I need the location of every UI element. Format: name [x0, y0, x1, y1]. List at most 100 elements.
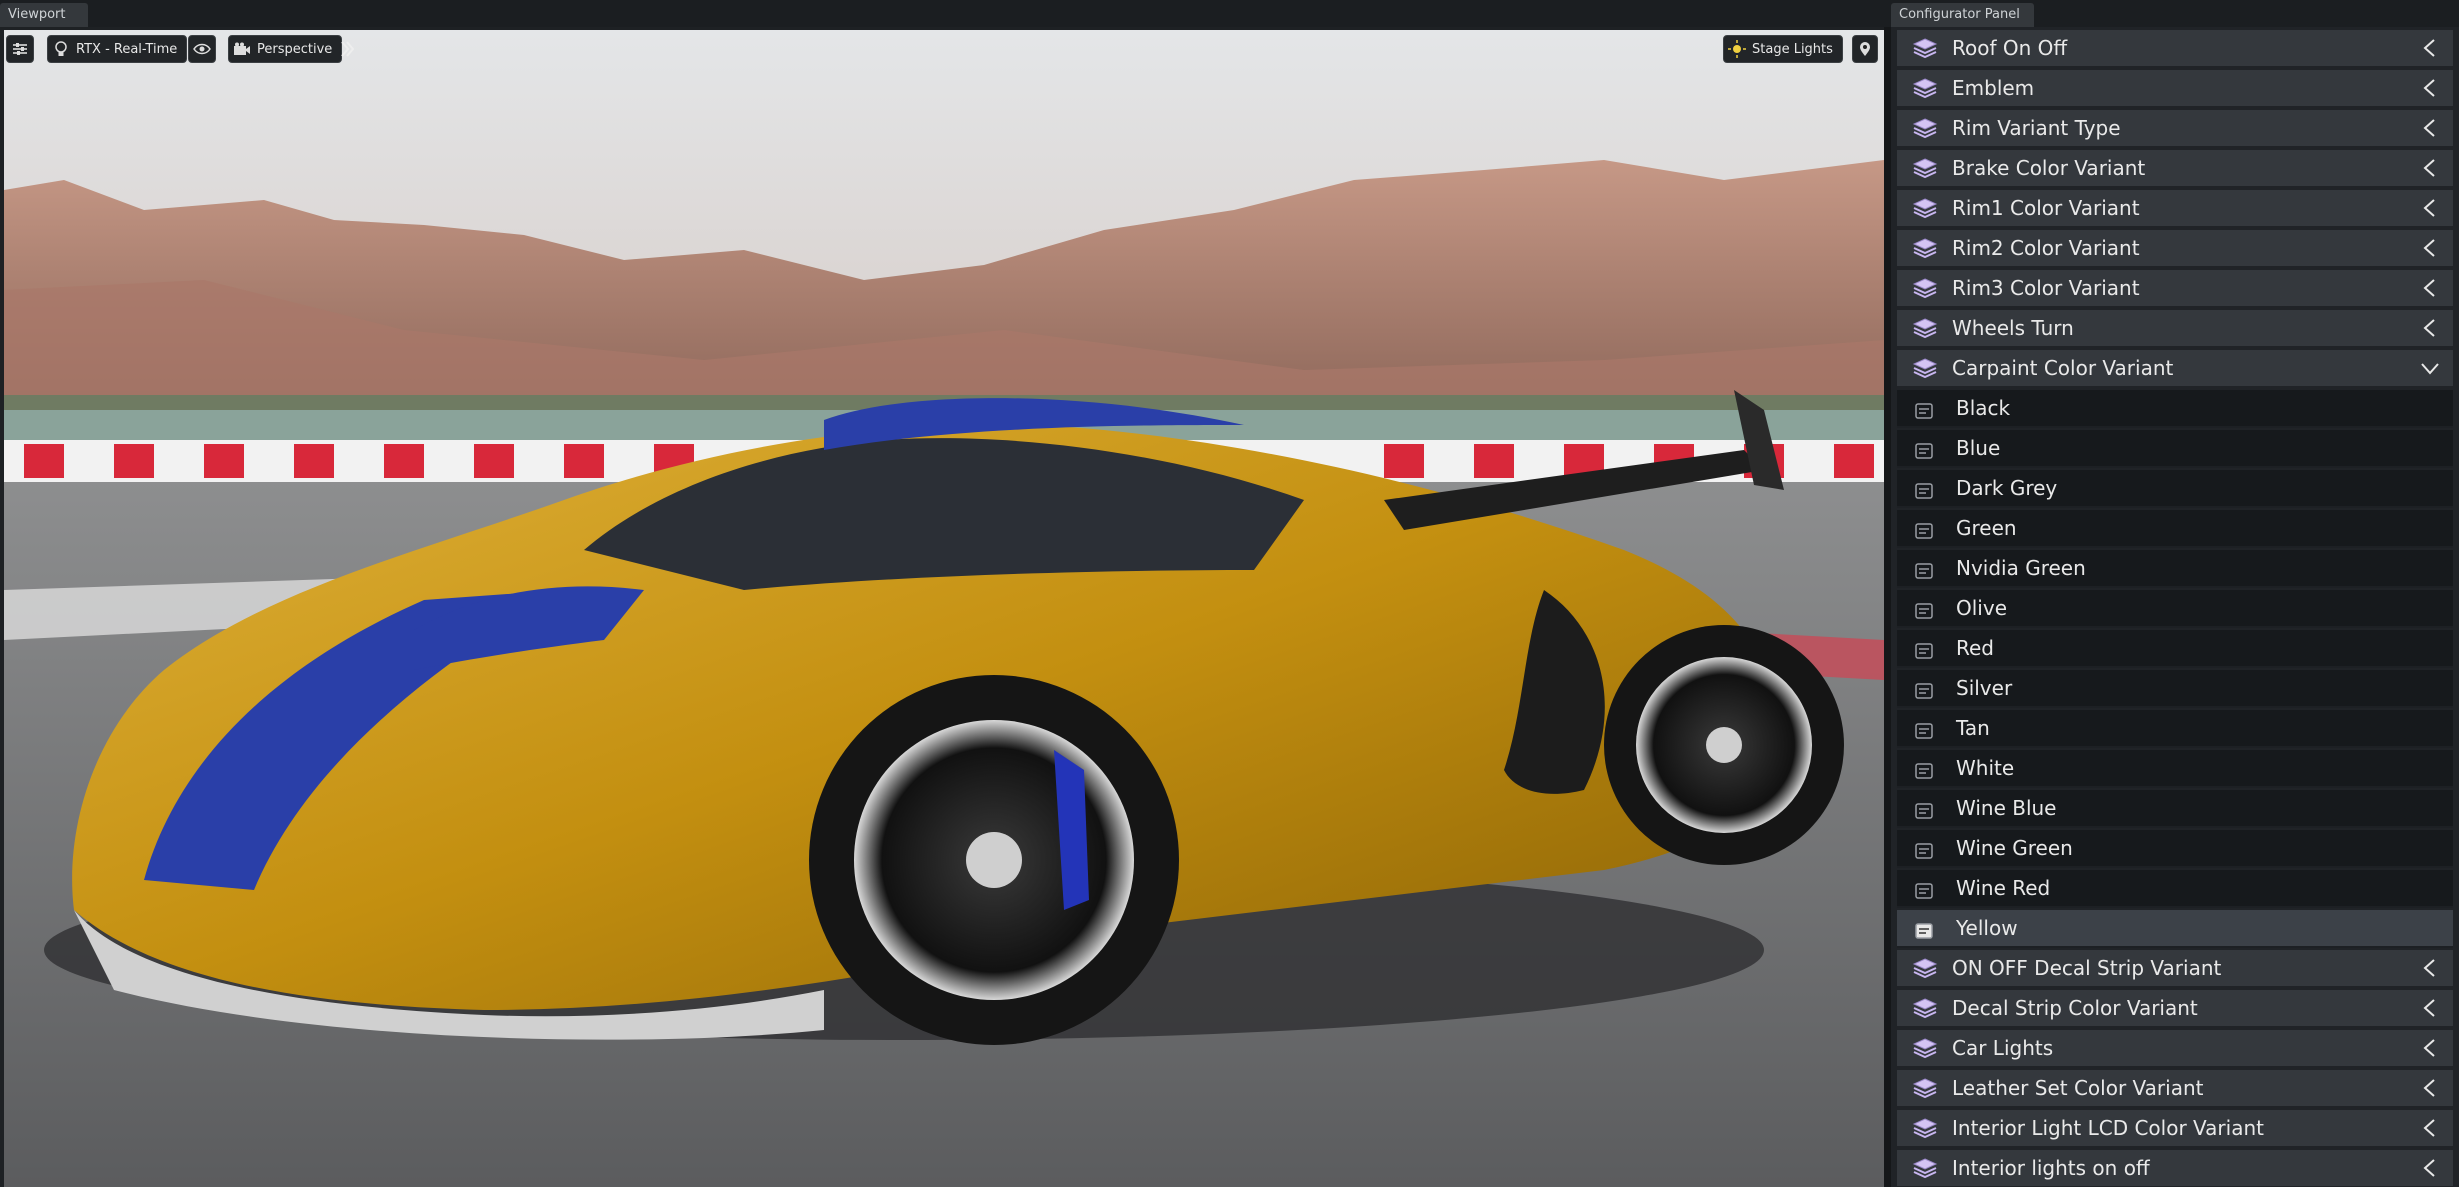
variant-option-yellow[interactable]: Yellow — [1897, 910, 2453, 948]
renderer-label: RTX - Real-Time — [76, 41, 178, 57]
stage-lights-button[interactable]: Stage Lights — [1723, 35, 1843, 63]
variant-option-blue[interactable]: Blue — [1897, 430, 2453, 468]
variant-set-rim-variant-type[interactable]: Rim Variant Type — [1897, 110, 2453, 148]
location-pin-button[interactable] — [1852, 35, 1878, 63]
variant-set-decal-strip-color-variant[interactable]: Decal Strip Color Variant — [1897, 990, 2453, 1028]
layers-icon — [1912, 957, 1938, 979]
variant-option-icon — [1915, 480, 1933, 499]
variant-option-tan[interactable]: Tan — [1897, 710, 2453, 748]
variant-set-label: Rim3 Color Variant — [1952, 276, 2140, 300]
variant-option-icon — [1915, 800, 1933, 819]
chevron-left-icon[interactable] — [2419, 1117, 2441, 1139]
chevron-left-icon[interactable] — [2419, 197, 2441, 219]
expand-toolbar-button[interactable] — [337, 35, 357, 63]
variant-option-label: White — [1956, 756, 2015, 780]
visibility-menu-button[interactable] — [188, 35, 216, 63]
variant-option-icon — [1915, 840, 1933, 859]
variant-set-roof-on-off[interactable]: Roof On Off — [1897, 30, 2453, 68]
viewport-settings-button[interactable] — [6, 35, 34, 63]
renderer-menu-button[interactable]: RTX - Real-Time — [47, 35, 188, 63]
layers-icon — [1912, 117, 1938, 139]
variant-option-label: Wine Green — [1956, 836, 2073, 860]
chevron-left-icon[interactable] — [2419, 1037, 2441, 1059]
variant-set-carpaint-color-variant[interactable]: Carpaint Color Variant — [1897, 350, 2453, 388]
chevron-left-icon[interactable] — [2419, 957, 2441, 979]
variant-option-label: Nvidia Green — [1956, 556, 2086, 580]
variant-set-on-off-decal-strip-variant[interactable]: ON OFF Decal Strip Variant — [1897, 950, 2453, 988]
variant-option-label: Yellow — [1956, 916, 2018, 940]
sun-icon — [1724, 36, 1750, 62]
variant-set-label: Interior Light LCD Color Variant — [1952, 1116, 2264, 1140]
variant-option-olive[interactable]: Olive — [1897, 590, 2453, 628]
stage-lights-label: Stage Lights — [1752, 41, 1833, 57]
map-pin-icon — [1853, 36, 1877, 62]
variant-option-white[interactable]: White — [1897, 750, 2453, 788]
variant-option-icon — [1915, 560, 1933, 579]
variant-option-label: Green — [1956, 516, 2017, 540]
variant-option-label: Wine Blue — [1956, 796, 2057, 820]
viewport[interactable]: RTX - Real-Time Perspective Stage Lights — [4, 30, 1884, 1187]
variant-set-rim3-color-variant[interactable]: Rim3 Color Variant — [1897, 270, 2453, 308]
variant-option-icon — [1915, 680, 1933, 699]
lightbulb-icon — [48, 36, 74, 62]
chevron-left-icon[interactable] — [2419, 37, 2441, 59]
variant-set-label: Brake Color Variant — [1952, 156, 2146, 180]
layers-icon — [1912, 1117, 1938, 1139]
chevron-left-icon[interactable] — [2419, 997, 2441, 1019]
variant-set-label: Rim2 Color Variant — [1952, 236, 2140, 260]
chevron-left-icon[interactable] — [2419, 317, 2441, 339]
variant-option-black[interactable]: Black — [1897, 390, 2453, 428]
settings-sliders-icon — [7, 36, 33, 62]
chevron-down-icon[interactable] — [2419, 357, 2441, 379]
layers-icon — [1912, 157, 1938, 179]
variant-option-label: Dark Grey — [1956, 476, 2058, 500]
chevron-left-icon[interactable] — [2419, 157, 2441, 179]
chevron-left-icon[interactable] — [2419, 1077, 2441, 1099]
layers-icon — [1912, 1037, 1938, 1059]
layers-icon — [1912, 1077, 1938, 1099]
layers-icon — [1912, 997, 1938, 1019]
chevron-left-icon[interactable] — [2419, 237, 2441, 259]
variant-option-icon — [1915, 440, 1933, 459]
variant-option-wine-green[interactable]: Wine Green — [1897, 830, 2453, 868]
variant-option-red[interactable]: Red — [1897, 630, 2453, 668]
panel-splitter[interactable] — [1884, 27, 1891, 1187]
variant-option-green[interactable]: Green — [1897, 510, 2453, 548]
variant-set-car-lights[interactable]: Car Lights — [1897, 1030, 2453, 1068]
variant-set-interior-light-lcd-color-variant[interactable]: Interior Light LCD Color Variant — [1897, 1110, 2453, 1148]
chevron-left-icon[interactable] — [2419, 77, 2441, 99]
variant-set-leather-set-color-variant[interactable]: Leather Set Color Variant — [1897, 1070, 2453, 1108]
tab-configurator-panel[interactable]: Configurator Panel — [1891, 3, 2034, 27]
configurator-panel: Roof On Off Emblem Rim Variant Type Brake C… — [1891, 27, 2459, 1187]
layers-icon — [1912, 277, 1938, 299]
variant-option-silver[interactable]: Silver — [1897, 670, 2453, 708]
variant-set-label: Rim Variant Type — [1952, 116, 2121, 140]
variant-option-wine-red[interactable]: Wine Red — [1897, 870, 2453, 908]
variant-option-dark-grey[interactable]: Dark Grey — [1897, 470, 2453, 508]
chevron-left-icon[interactable] — [2419, 117, 2441, 139]
variant-option-nvidia-green[interactable]: Nvidia Green — [1897, 550, 2453, 588]
camera-menu-button[interactable]: Perspective — [228, 35, 343, 63]
variant-option-icon — [1915, 520, 1933, 539]
chevron-left-icon[interactable] — [2419, 1157, 2441, 1179]
variant-option-icon — [1915, 760, 1933, 779]
variant-set-label: Car Lights — [1952, 1036, 2054, 1060]
variant-set-interior-lights-on-off[interactable]: Interior lights on off — [1897, 1150, 2453, 1187]
variant-set-label: ON OFF Decal Strip Variant — [1952, 956, 2222, 980]
layers-icon — [1912, 237, 1938, 259]
layers-icon — [1912, 37, 1938, 59]
tab-viewport[interactable]: Viewport — [0, 3, 88, 27]
variant-set-brake-color-variant[interactable]: Brake Color Variant — [1897, 150, 2453, 188]
chevron-left-icon[interactable] — [2419, 277, 2441, 299]
variant-option-icon — [1915, 920, 1933, 939]
variant-set-label: Rim1 Color Variant — [1952, 196, 2140, 220]
layers-icon — [1912, 197, 1938, 219]
camera-label: Perspective — [257, 41, 333, 57]
variant-set-label: Wheels Turn — [1952, 316, 2074, 340]
variant-set-emblem[interactable]: Emblem — [1897, 70, 2453, 108]
variant-option-wine-blue[interactable]: Wine Blue — [1897, 790, 2453, 828]
variant-set-wheels-turn[interactable]: Wheels Turn — [1897, 310, 2453, 348]
variant-set-rim1-color-variant[interactable]: Rim1 Color Variant — [1897, 190, 2453, 228]
variant-set-rim2-color-variant[interactable]: Rim2 Color Variant — [1897, 230, 2453, 268]
variant-option-label: Silver — [1956, 676, 2013, 700]
